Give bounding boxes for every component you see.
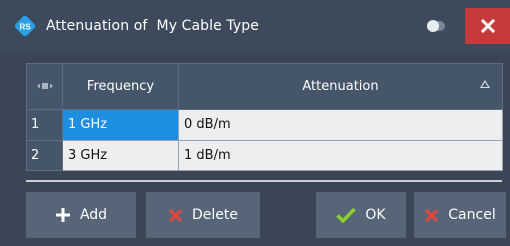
plus-icon [55,207,71,223]
close-icon [480,19,495,33]
attenuation-cell[interactable]: 0 dB/m [178,109,503,141]
row-number[interactable]: 2 [26,139,63,171]
row-number[interactable]: 1 [26,109,63,141]
attenuation-cell[interactable]: 1 dB/m [178,139,503,171]
cancel-button-label: Cancel [448,207,496,223]
column-header-attenuation-label: Attenuation [302,79,379,94]
ok-button[interactable]: OK [316,192,406,238]
delete-button[interactable]: Delete [146,192,260,238]
cancel-x-icon [424,208,439,223]
table-row: 1 1 GHz 0 dB/m [26,109,503,141]
sort-ascending-icon[interactable] [480,80,490,88]
ok-button-label: OK [365,207,386,223]
close-button[interactable] [465,8,510,44]
dialog-title: Attenuation of My Cable Type [46,18,259,34]
frequency-cell[interactable]: 1 GHz [62,109,179,141]
table-header-row: Frequency Attenuation [26,63,503,110]
rohde-schwarz-logo-icon: RS [14,15,36,37]
add-button-label: Add [79,207,108,223]
delete-x-icon [168,208,183,223]
column-header-attenuation[interactable]: Attenuation [178,63,503,110]
frequency-cell[interactable]: 3 GHz [62,139,179,171]
svg-text:RS: RS [19,23,31,32]
divider [26,180,502,182]
column-header-selector[interactable] [26,63,63,110]
toggle-switch-icon[interactable] [427,20,445,32]
column-header-frequency[interactable]: Frequency [62,63,179,110]
checkmark-icon [336,207,357,223]
delete-button-label: Delete [192,207,238,223]
title-bar: RS Attenuation of My Cable Type [0,0,510,52]
cancel-button[interactable]: Cancel [414,192,506,238]
table-row: 2 3 GHz 1 dB/m [26,139,503,171]
column-resize-icon [36,83,53,89]
add-button[interactable]: Add [26,192,136,238]
toggle-knob [427,20,439,32]
attenuation-table: Frequency Attenuation 1 1 GHz 0 dB/m 2 3… [26,63,503,171]
